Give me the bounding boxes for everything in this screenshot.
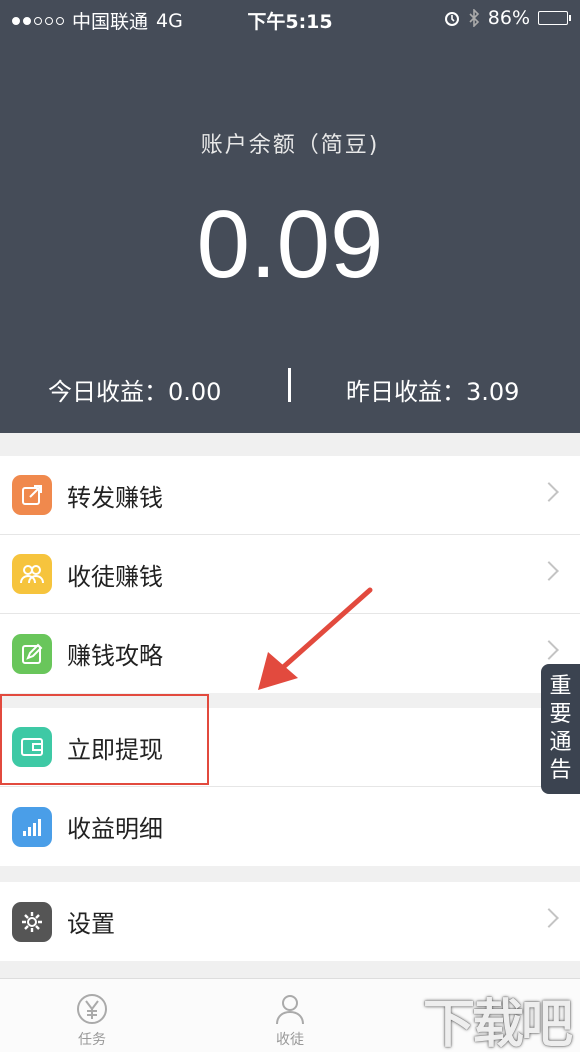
menu-group-earn: 转发赚钱 收徒赚钱 赚钱攻略 xyxy=(0,456,580,693)
edit-icon xyxy=(12,633,52,674)
yuan-icon xyxy=(77,994,107,1024)
menu-label: 收益明细 xyxy=(67,815,163,843)
notice-char: 重 xyxy=(549,674,572,699)
battery-icon xyxy=(538,11,571,25)
status-bar: 中国联通 4G 下午5:15 86% xyxy=(0,0,580,36)
watermark-logo: 下载吧 xyxy=(422,995,573,1052)
chevron-right-icon xyxy=(539,561,559,581)
menu-group-settings: 设置 xyxy=(0,882,580,961)
today-earnings: 今日收益：0.00 xyxy=(48,378,222,406)
bluetooth-icon xyxy=(469,9,479,27)
menu-label: 赚钱攻略 xyxy=(67,642,163,670)
stats-divider xyxy=(288,368,291,402)
chart-icon xyxy=(12,806,52,847)
gear-icon xyxy=(12,901,52,942)
menu-item-recruit-earn[interactable]: 收徒赚钱 xyxy=(0,535,580,614)
menu-item-earnings-detail[interactable]: 收益明细 xyxy=(0,787,580,866)
balance-label: 账户余额（简豆) xyxy=(200,133,380,158)
menu-label: 设置 xyxy=(67,910,115,938)
people-icon xyxy=(12,554,52,594)
annotation-highlight-box xyxy=(0,694,209,785)
chevron-right-icon xyxy=(539,908,559,928)
tab-label: 收徒 xyxy=(276,1032,304,1048)
menu-label: 收徒赚钱 xyxy=(67,562,163,591)
alarm-icon xyxy=(444,12,459,26)
yesterday-earnings: 昨日收益：3.09 xyxy=(346,378,520,406)
account-header: 中国联通 4G 下午5:15 86% 账户余额（简豆) 0.09 今日收益：0.… xyxy=(0,0,580,433)
important-notice-tab[interactable]: 重 要 通 告 xyxy=(541,664,580,794)
battery-percent: 86% xyxy=(487,7,530,29)
user-icon xyxy=(276,995,304,1025)
tab-recruit[interactable]: 收徒 xyxy=(220,979,360,1052)
notice-char: 告 xyxy=(549,758,572,783)
notice-char: 通 xyxy=(549,730,572,755)
share-icon xyxy=(12,475,52,515)
menu-item-share-earn[interactable]: 转发赚钱 xyxy=(0,456,580,535)
tab-label: 任务 xyxy=(78,1032,106,1048)
notice-char: 要 xyxy=(549,702,572,727)
menu-label: 转发赚钱 xyxy=(67,483,163,512)
menu-item-earn-guide[interactable]: 赚钱攻略 xyxy=(0,614,580,693)
balance-value: 0.09 xyxy=(196,191,384,298)
tab-task[interactable]: 任务 xyxy=(22,979,162,1052)
earnings-stats: 今日收益：0.00 昨日收益：3.09 xyxy=(0,368,580,408)
chevron-right-icon xyxy=(539,482,559,502)
chevron-right-icon xyxy=(539,640,559,660)
menu-item-settings[interactable]: 设置 xyxy=(0,882,580,961)
